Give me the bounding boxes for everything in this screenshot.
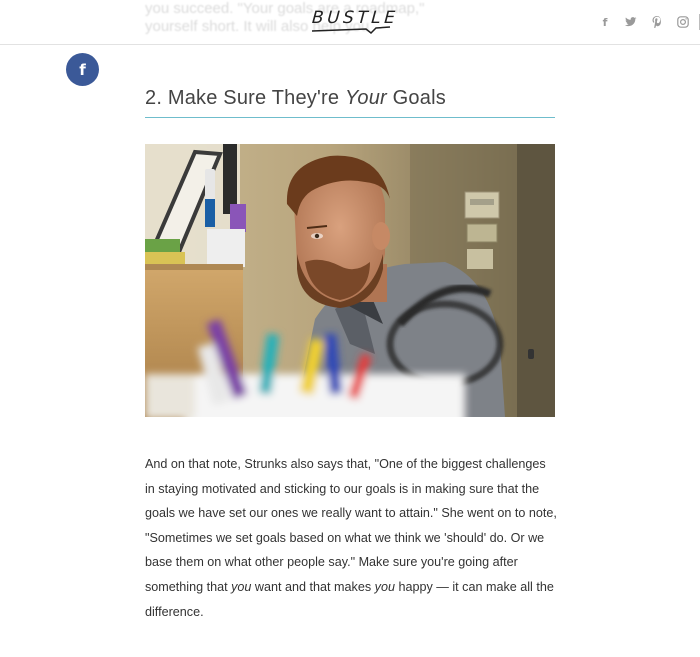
heading-emphasis: Your bbox=[344, 87, 387, 109]
instagram-icon[interactable] bbox=[675, 14, 691, 30]
twitter-icon[interactable] bbox=[623, 14, 639, 30]
article-paragraph: And on that note, Strunks also says that… bbox=[145, 452, 557, 624]
heading-prefix: 2. Make Sure They're bbox=[145, 87, 345, 109]
social-links: f bbox=[587, 14, 700, 30]
facebook-share-icon: f bbox=[79, 60, 86, 79]
logo-swoosh bbox=[311, 26, 391, 35]
heading-suffix: Goals bbox=[386, 87, 446, 109]
article-photo bbox=[145, 144, 555, 417]
section-heading: 2. Make Sure They're Your Goals bbox=[145, 87, 555, 110]
facebook-share-button[interactable]: f bbox=[66, 53, 99, 86]
facebook-icon[interactable]: f bbox=[597, 14, 613, 30]
pinterest-icon[interactable] bbox=[649, 14, 665, 30]
paragraph-text-2: want and that makes bbox=[251, 579, 375, 594]
heading-underline bbox=[145, 117, 555, 118]
paragraph-emphasis-2: you bbox=[374, 579, 395, 594]
site-header: you succeed. "Your goals are a roadmap,"… bbox=[0, 0, 700, 45]
paragraph-emphasis-1: you bbox=[231, 579, 252, 594]
bustle-logo[interactable]: BUSTLE bbox=[310, 8, 399, 36]
photo-illustration bbox=[145, 144, 555, 417]
paragraph-text-1: And on that note, Strunks also says that… bbox=[145, 457, 557, 594]
